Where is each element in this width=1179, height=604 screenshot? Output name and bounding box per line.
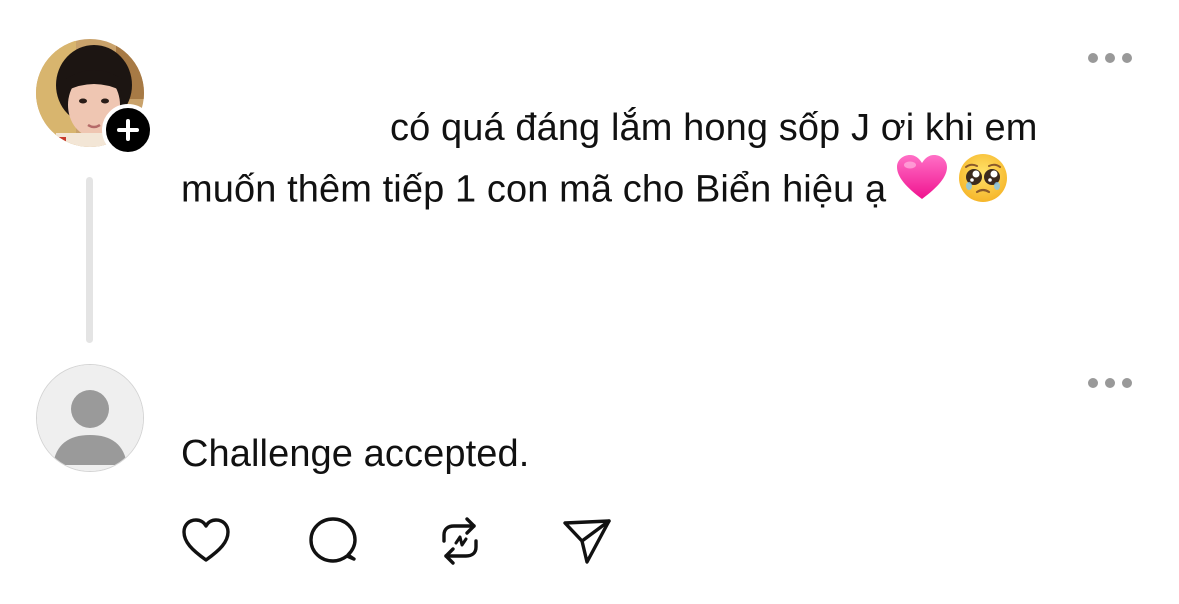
post-more-options-button[interactable] [1088, 48, 1132, 68]
reply-author-avatar[interactable] [36, 364, 144, 472]
thread-line [86, 177, 93, 343]
ellipsis-icon [1122, 378, 1132, 388]
post-text-line-2-content: muốn thêm tiếp 1 con mã cho Biển hiệu ạ [181, 168, 887, 211]
ellipsis-icon [1105, 378, 1115, 388]
default-user-avatar-image [37, 365, 143, 471]
follow-button[interactable] [102, 104, 154, 156]
ellipsis-icon [1088, 53, 1098, 63]
ellipsis-icon [1105, 53, 1115, 63]
share-button[interactable] [561, 515, 613, 567]
ellipsis-icon [1122, 53, 1132, 63]
heart-icon [182, 518, 230, 562]
reply-more-options-button[interactable] [1088, 373, 1132, 393]
repost-button[interactable] [434, 515, 486, 567]
ellipsis-icon [1088, 378, 1098, 388]
comment-icon [309, 517, 357, 563]
pleading-face-emoji [958, 153, 1008, 222]
reply-text: Challenge accepted. [181, 433, 530, 475]
post-text-line-1: có quá đáng lắm hong sốp J ơi khi em [390, 107, 1038, 149]
plus-icon [117, 119, 139, 141]
pink-heart-emoji [896, 155, 948, 220]
post-text-line-2: muốn thêm tiếp 1 con mã cho Biển hiệu ạ [181, 154, 1008, 226]
repost-icon [442, 517, 478, 565]
like-button[interactable] [180, 515, 232, 567]
comment-button[interactable] [307, 515, 359, 567]
share-icon [563, 519, 611, 564]
